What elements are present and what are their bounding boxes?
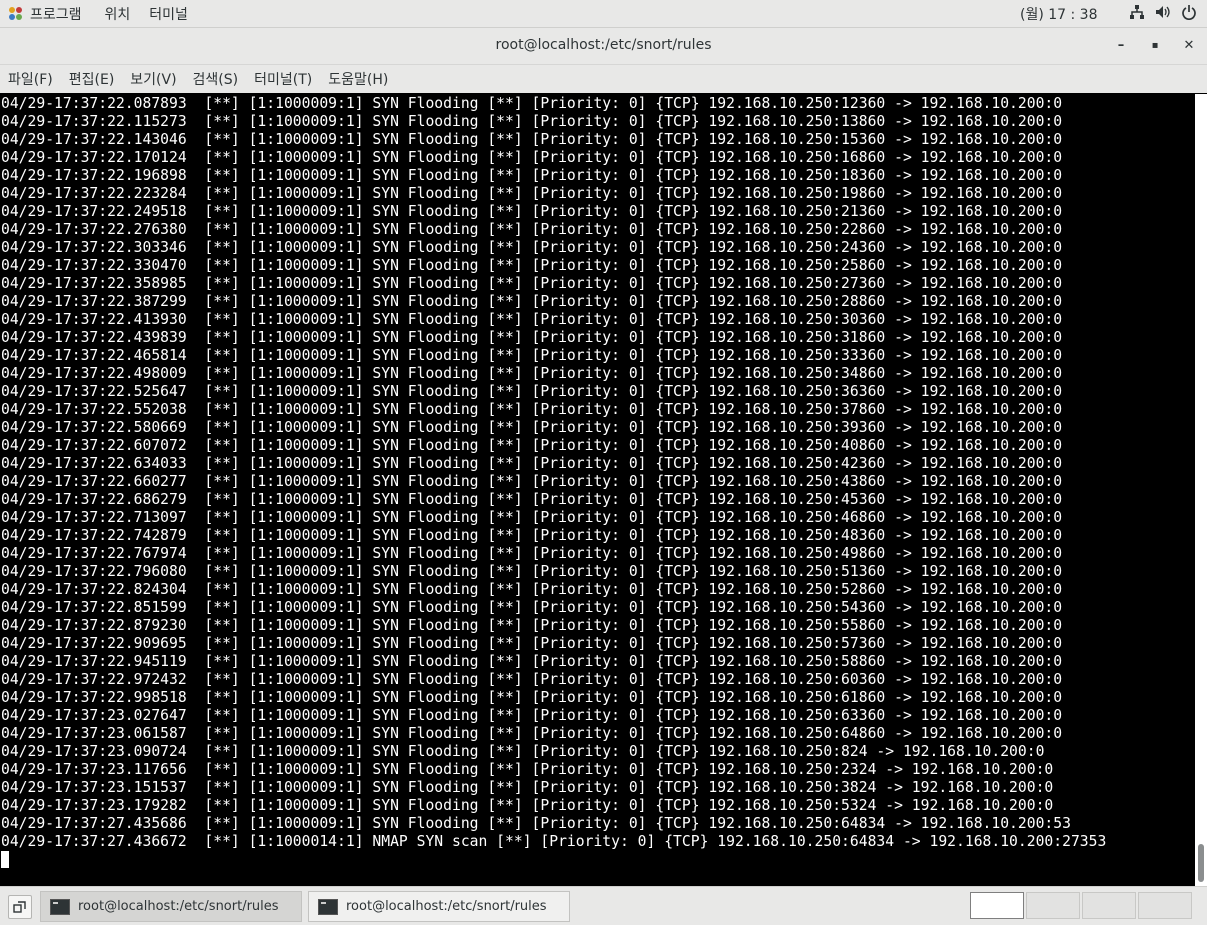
terminal-window: root@localhost:/etc/snort/rules – ▪ ✕ 파일… bbox=[0, 28, 1207, 886]
terminal-cursor bbox=[1, 851, 9, 868]
taskbar-item-terminal-1[interactable]: root@localhost:/etc/snort/rules bbox=[40, 891, 302, 922]
terminal-line: 04/29-17:37:22.796080 [**] [1:1000009:1]… bbox=[1, 563, 1063, 580]
app-menu[interactable]: 터미널 bbox=[149, 4, 207, 24]
minimize-button[interactable]: – bbox=[1111, 36, 1131, 56]
terminal-scrollbar[interactable] bbox=[1195, 94, 1207, 886]
menu-help[interactable]: 도움말(H) bbox=[320, 69, 396, 89]
terminal-line: 04/29-17:37:22.196898 [**] [1:1000009:1]… bbox=[1, 167, 1063, 184]
terminal-line: 04/29-17:37:22.634033 [**] [1:1000009:1]… bbox=[1, 455, 1063, 472]
terminal-line: 04/29-17:37:22.660277 [**] [1:1000009:1]… bbox=[1, 473, 1063, 490]
terminal-line: 04/29-17:37:22.498009 [**] [1:1000009:1]… bbox=[1, 365, 1063, 382]
window-title: root@localhost:/etc/snort/rules bbox=[495, 37, 712, 53]
terminal-line: 04/29-17:37:22.087893 [**] [1:1000009:1]… bbox=[1, 95, 1063, 112]
terminal-line: 04/29-17:37:22.170124 [**] [1:1000009:1]… bbox=[1, 149, 1063, 166]
terminal-line: 04/29-17:37:22.115273 [**] [1:1000009:1]… bbox=[1, 113, 1063, 130]
taskbar-item-label: root@localhost:/etc/snort/rules bbox=[78, 899, 279, 914]
volume-icon[interactable] bbox=[1155, 4, 1171, 24]
taskbar-item-label: root@localhost:/etc/snort/rules bbox=[346, 899, 547, 914]
terminal-line: 04/29-17:37:22.330470 [**] [1:1000009:1]… bbox=[1, 257, 1063, 274]
terminal-line: 04/29-17:37:22.525647 [**] [1:1000009:1]… bbox=[1, 383, 1063, 400]
menu-view[interactable]: 보기(V) bbox=[122, 69, 184, 89]
menu-search[interactable]: 검색(S) bbox=[185, 69, 247, 89]
maximize-button[interactable]: ▪ bbox=[1145, 36, 1165, 56]
terminal-line: 04/29-17:37:22.972432 [**] [1:1000009:1]… bbox=[1, 671, 1063, 688]
terminal-line: 04/29-17:37:23.151537 [**] [1:1000009:1]… bbox=[1, 779, 1054, 796]
menu-edit[interactable]: 편집(E) bbox=[61, 69, 123, 89]
terminal-icon bbox=[50, 898, 70, 915]
terminal-line: 04/29-17:37:22.276380 [**] [1:1000009:1]… bbox=[1, 221, 1063, 238]
menu-terminal[interactable]: 터미널(T) bbox=[246, 69, 320, 89]
window-list-bar: root@localhost:/etc/snort/rules root@loc… bbox=[0, 886, 1207, 925]
workspace-2[interactable] bbox=[1026, 892, 1080, 919]
power-icon[interactable] bbox=[1181, 4, 1197, 24]
clock[interactable]: (월) 17 : 38 bbox=[1020, 4, 1098, 24]
terminal-line: 04/29-17:37:23.027647 [**] [1:1000009:1]… bbox=[1, 707, 1063, 724]
terminal-line: 04/29-17:37:23.179282 [**] [1:1000009:1]… bbox=[1, 797, 1054, 814]
terminal-line: 04/29-17:37:22.358985 [**] [1:1000009:1]… bbox=[1, 275, 1063, 292]
terminal-line: 04/29-17:37:22.387299 [**] [1:1000009:1]… bbox=[1, 293, 1063, 310]
terminal-line: 04/29-17:37:22.945119 [**] [1:1000009:1]… bbox=[1, 653, 1063, 670]
menu-file[interactable]: 파일(F) bbox=[0, 69, 61, 89]
applications-icon[interactable] bbox=[9, 6, 23, 21]
terminal-line: 04/29-17:37:22.249518 [**] [1:1000009:1]… bbox=[1, 203, 1063, 220]
terminal-line: 04/29-17:37:22.767974 [**] [1:1000009:1]… bbox=[1, 545, 1063, 562]
terminal-line: 04/29-17:37:22.413930 [**] [1:1000009:1]… bbox=[1, 311, 1063, 328]
terminal-line: 04/29-17:37:22.851599 [**] [1:1000009:1]… bbox=[1, 599, 1063, 616]
terminal-line: 04/29-17:37:22.552038 [**] [1:1000009:1]… bbox=[1, 401, 1063, 418]
terminal-line: 04/29-17:37:22.223284 [**] [1:1000009:1]… bbox=[1, 185, 1063, 202]
workspace-3[interactable] bbox=[1082, 892, 1136, 919]
workspace-1[interactable] bbox=[970, 892, 1024, 919]
terminal-line: 04/29-17:37:23.061587 [**] [1:1000009:1]… bbox=[1, 725, 1063, 742]
terminal-line: 04/29-17:37:22.713097 [**] [1:1000009:1]… bbox=[1, 509, 1063, 526]
terminal-line: 04/29-17:37:22.303346 [**] [1:1000009:1]… bbox=[1, 239, 1063, 256]
terminal-line: 04/29-17:37:22.824304 [**] [1:1000009:1]… bbox=[1, 581, 1063, 598]
terminal-line: 04/29-17:37:22.143046 [**] [1:1000009:1]… bbox=[1, 131, 1063, 148]
system-tray[interactable] bbox=[1129, 4, 1197, 24]
taskbar-item-terminal-2[interactable]: root@localhost:/etc/snort/rules bbox=[308, 891, 570, 922]
terminal-line: 04/29-17:37:27.435686 [**] [1:1000009:1]… bbox=[1, 815, 1071, 832]
terminal-icon bbox=[318, 898, 338, 915]
terminal-line: 04/29-17:37:22.879230 [**] [1:1000009:1]… bbox=[1, 617, 1063, 634]
network-icon[interactable] bbox=[1129, 4, 1145, 24]
terminal-line: 04/29-17:37:22.607072 [**] [1:1000009:1]… bbox=[1, 437, 1063, 454]
window-titlebar[interactable]: root@localhost:/etc/snort/rules – ▪ ✕ bbox=[0, 28, 1207, 65]
terminal-line: 04/29-17:37:23.117656 [**] [1:1000009:1]… bbox=[1, 761, 1054, 778]
places-menu[interactable]: 위치 bbox=[101, 4, 150, 24]
terminal-line: 04/29-17:37:22.742879 [**] [1:1000009:1]… bbox=[1, 527, 1063, 544]
show-desktop-button[interactable] bbox=[8, 895, 32, 919]
terminal-line: 04/29-17:37:23.090724 [**] [1:1000009:1]… bbox=[1, 743, 1045, 760]
top-panel: 프로그램 위치 터미널 (월) 17 : 38 bbox=[0, 0, 1207, 28]
menu-bar: 파일(F) 편집(E) 보기(V) 검색(S) 터미널(T) 도움말(H) bbox=[0, 65, 1207, 93]
terminal-line: 04/29-17:37:22.465814 [**] [1:1000009:1]… bbox=[1, 347, 1063, 364]
terminal-line: 04/29-17:37:22.580669 [**] [1:1000009:1]… bbox=[1, 419, 1063, 436]
applications-menu[interactable]: 프로그램 bbox=[30, 4, 101, 24]
terminal-output[interactable]: 04/29-17:37:22.087893 [**] [1:1000009:1]… bbox=[0, 94, 1195, 886]
terminal-line: 04/29-17:37:22.909695 [**] [1:1000009:1]… bbox=[1, 635, 1063, 652]
terminal-line: 04/29-17:37:22.686279 [**] [1:1000009:1]… bbox=[1, 491, 1063, 508]
scrollbar-thumb[interactable] bbox=[1198, 844, 1204, 882]
terminal-line: 04/29-17:37:22.998518 [**] [1:1000009:1]… bbox=[1, 689, 1063, 706]
terminal-line: 04/29-17:37:27.436672 [**] [1:1000014:1]… bbox=[1, 833, 1107, 850]
close-button[interactable]: ✕ bbox=[1179, 36, 1199, 56]
terminal-line: 04/29-17:37:22.439839 [**] [1:1000009:1]… bbox=[1, 329, 1063, 346]
workspace-4[interactable] bbox=[1138, 892, 1192, 919]
